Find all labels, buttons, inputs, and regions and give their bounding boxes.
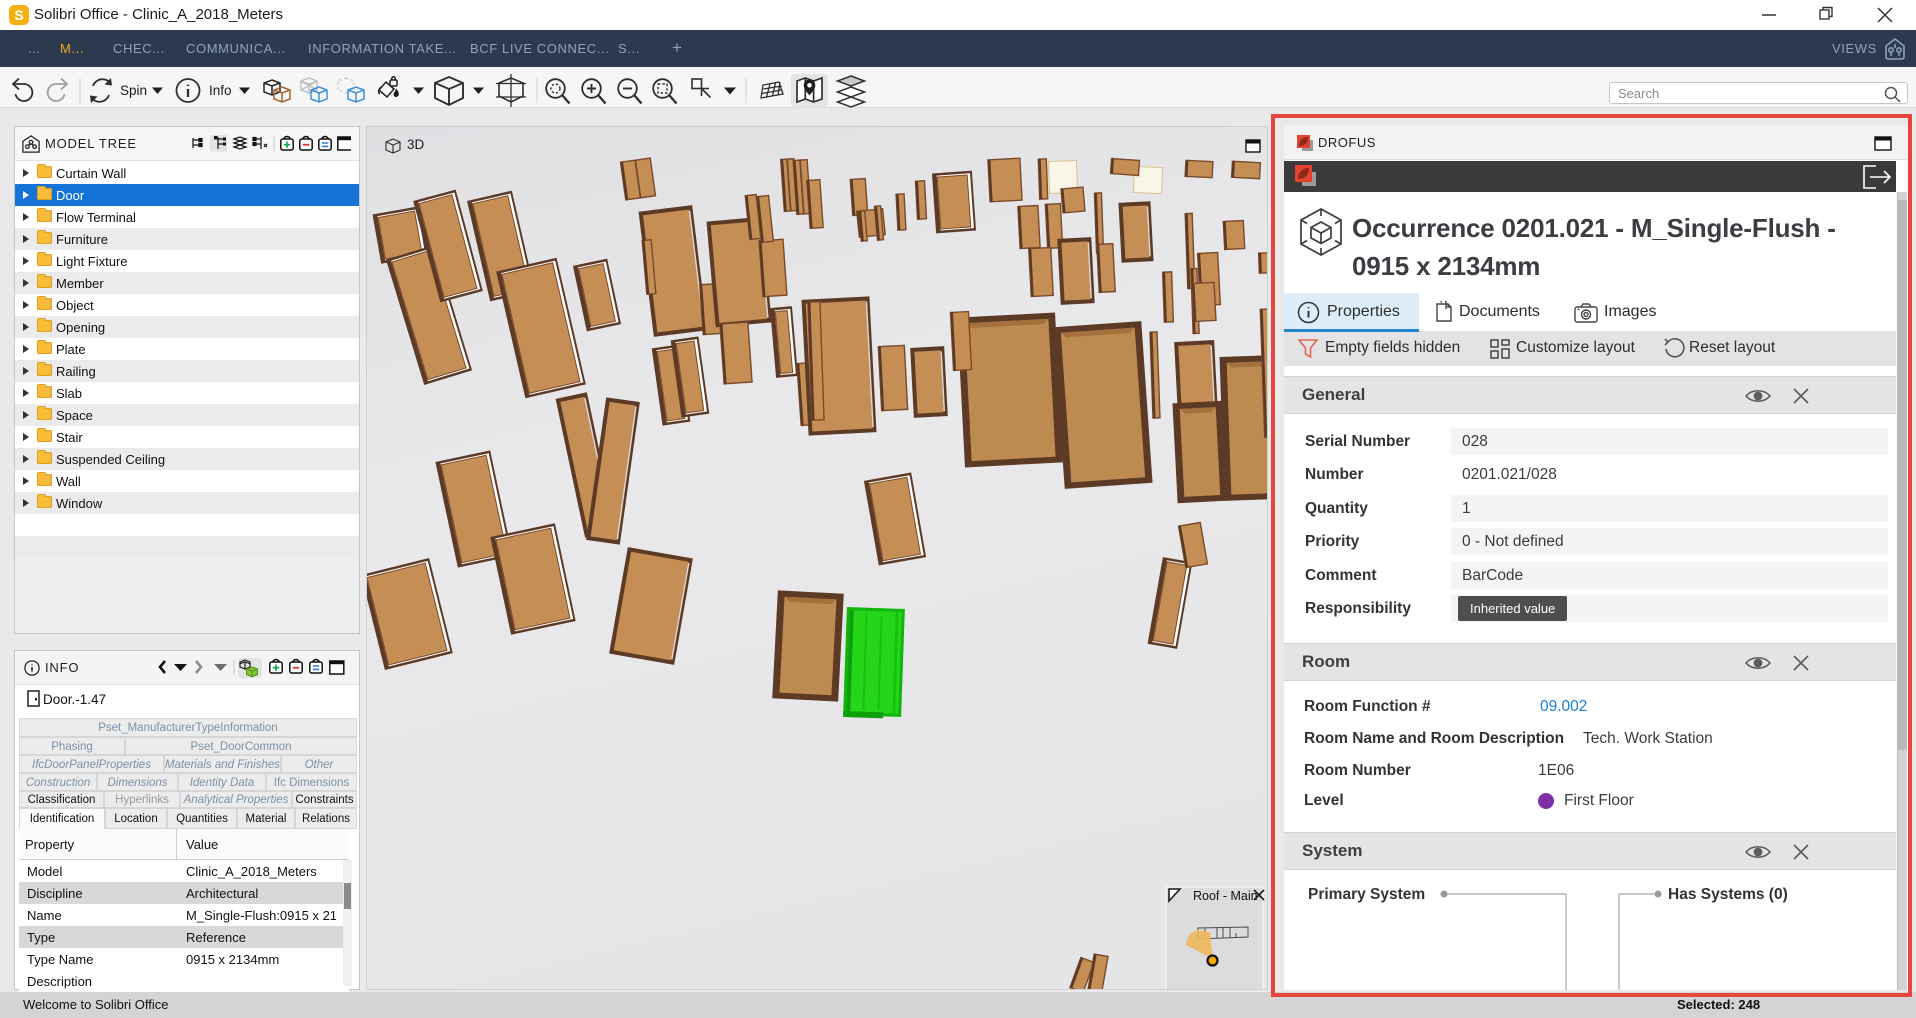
svg-text:Info: Info bbox=[209, 83, 232, 98]
svg-text:Roof - Main: Roof - Main bbox=[1193, 889, 1258, 903]
svg-text:Spin: Spin bbox=[120, 83, 147, 98]
